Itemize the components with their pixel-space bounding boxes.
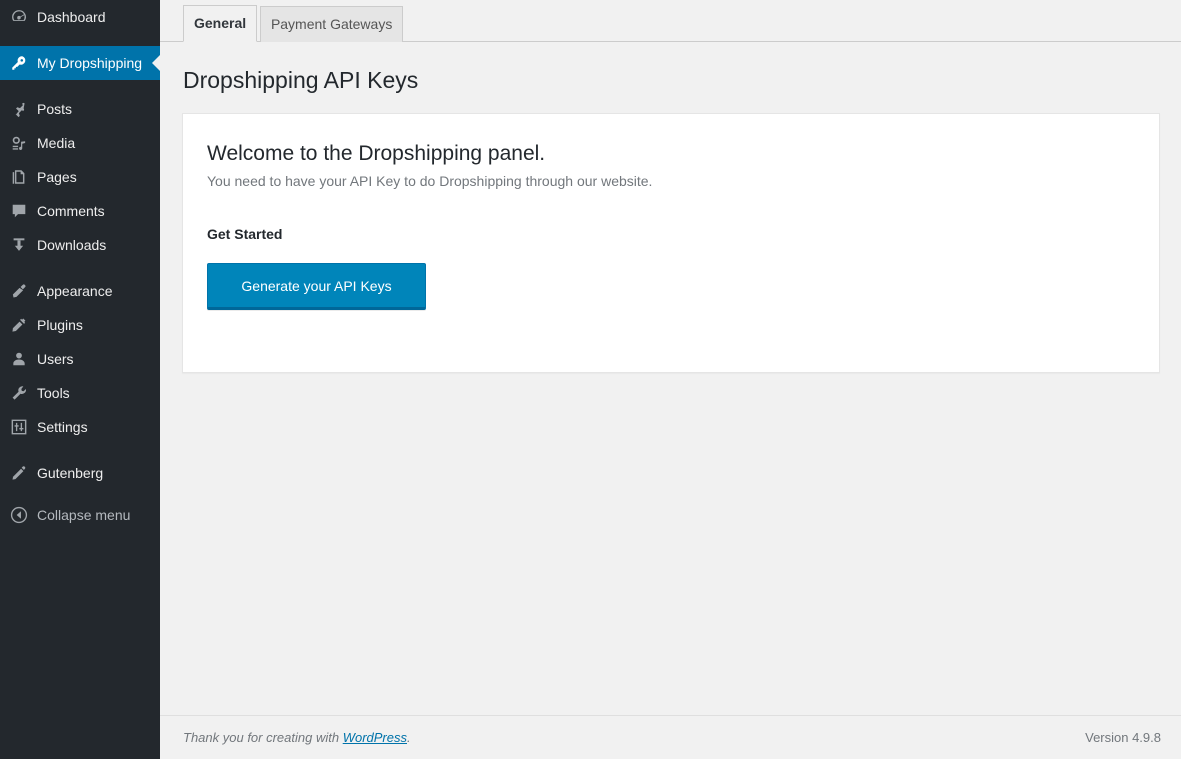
sidebar-item-media[interactable]: Media — [0, 126, 160, 160]
sidebar-item-label: Gutenberg — [37, 465, 104, 481]
sidebar-separator — [0, 444, 160, 456]
page-title: Dropshipping API Keys — [183, 67, 419, 93]
footer-thanks-prefix: Thank you for creating with — [183, 730, 343, 745]
pencil-icon — [9, 463, 29, 483]
sidebar-item-label: Pages — [37, 169, 77, 185]
appearance-icon — [9, 281, 29, 301]
tools-icon — [9, 383, 29, 403]
footer-thanks-text: Thank you for creating with WordPress. — [183, 726, 411, 750]
sidebar-item-label: Settings — [37, 419, 88, 435]
comments-icon — [9, 201, 29, 221]
sidebar-item-label: Collapse menu — [37, 507, 131, 523]
sidebar-item-label: Users — [37, 351, 74, 367]
tab-general[interactable]: General — [183, 5, 258, 42]
sidebar-item-my-dropshipping[interactable]: My Dropshipping — [0, 46, 160, 80]
media-icon — [9, 133, 29, 153]
admin-page: Dashboard My Dropshipping Posts Media Pages C… — [0, 0, 1181, 759]
sidebar-item-label: Plugins — [37, 317, 83, 333]
sidebar-item-settings[interactable]: Settings — [0, 410, 160, 444]
footer-thanks-suffix: . — [407, 730, 411, 745]
welcome-panel-inner: Welcome to the Dropshipping panel. You n… — [183, 114, 1159, 334]
sidebar-item-label: Tools — [37, 385, 70, 401]
sidebar-separator — [0, 80, 160, 92]
welcome-heading: Welcome to the Dropshipping panel. — [207, 142, 546, 165]
download-icon — [9, 235, 29, 255]
sidebar-item-label: Posts — [37, 101, 73, 117]
sidebar-item-collapse-menu[interactable]: Collapse menu — [0, 498, 160, 532]
settings-tab-bar: General Payment Gateways — [160, 0, 1181, 42]
key-icon — [9, 53, 29, 73]
sidebar-separator — [0, 34, 160, 46]
welcome-panel-card: Welcome to the Dropshipping panel. You n… — [182, 113, 1160, 373]
sidebar-item-gutenberg[interactable]: Gutenberg — [0, 456, 160, 490]
footer-version: Version 4.9.8 — [1085, 730, 1161, 745]
sidebar-item-posts[interactable]: Posts — [0, 92, 160, 126]
sidebar-item-label: Dashboard — [37, 9, 106, 25]
generate-api-keys-button[interactable]: Generate your API Keys — [207, 262, 426, 310]
sidebar-item-users[interactable]: Users — [0, 342, 160, 376]
sidebar-item-label: Downloads — [37, 237, 107, 253]
sidebar-item-downloads[interactable]: Downloads — [0, 228, 160, 262]
settings-icon — [9, 417, 29, 437]
sidebar-item-label: My Dropshipping — [37, 55, 143, 71]
sidebar-item-label: Media — [37, 135, 76, 151]
sidebar-separator — [0, 262, 160, 274]
sidebar-item-pages[interactable]: Pages — [0, 160, 160, 194]
users-icon — [9, 349, 29, 369]
tab-payment-gateways[interactable]: Payment Gateways — [259, 6, 404, 42]
get-started-heading: Get Started — [207, 225, 283, 242]
collapse-arrow-icon — [9, 505, 29, 525]
dashboard-icon — [9, 7, 29, 27]
admin-sidebar: Dashboard My Dropshipping Posts Media Pages C… — [0, 0, 160, 759]
sidebar-item-plugins[interactable]: Plugins — [0, 308, 160, 342]
sidebar-item-label: Comments — [37, 203, 105, 219]
plugins-icon — [9, 315, 29, 335]
admin-footer: Thank you for creating with WordPress. V… — [160, 715, 1181, 759]
main-content-area: General Payment Gateways Dropshipping API… — [160, 0, 1181, 759]
pages-icon — [9, 167, 29, 187]
sidebar-menu-list: Dashboard My Dropshipping Posts Media Pages C… — [0, 0, 160, 490]
sidebar-item-tools[interactable]: Tools — [0, 376, 160, 410]
sidebar-item-dashboard[interactable]: Dashboard — [0, 0, 160, 34]
pin-icon — [9, 99, 29, 119]
wordpress-link[interactable]: WordPress — [343, 730, 407, 745]
sidebar-item-label: Appearance — [37, 283, 113, 299]
welcome-subtext: You need to have your API Key to do Drop… — [207, 173, 653, 190]
sidebar-item-comments[interactable]: Comments — [0, 194, 160, 228]
sidebar-item-appearance[interactable]: Appearance — [0, 274, 160, 308]
